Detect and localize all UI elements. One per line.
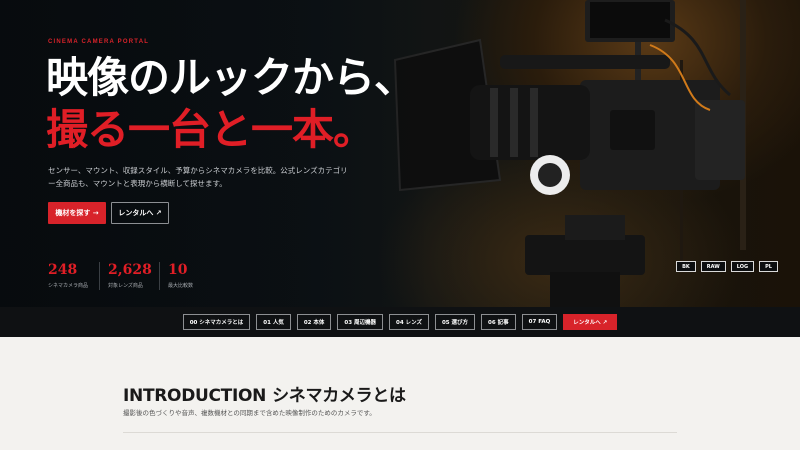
stat-cameras: 248 シネマカメラ商品 xyxy=(48,262,88,289)
stat-lenses: 2,628 対象レンズ商品 xyxy=(108,262,152,289)
stat-value: 2,628 xyxy=(108,262,152,278)
section-nav: 00 シネマカメラとは 01 人気 02 本体 03 周辺機器 04 レンズ 0… xyxy=(0,307,800,337)
nav-item-articles[interactable]: 06 記事 xyxy=(481,314,516,330)
stat-value: 10 xyxy=(168,262,188,278)
hero-lede: センサー、マウント、収録スタイル、予算からシネマカメラを比較。公式レンズカテゴリ… xyxy=(48,166,348,188)
introduction-section: INTRODUCTION シネマカメラとは 撮影後の色づくりや音声、複数機材との同… xyxy=(0,337,800,450)
nav-item-faq[interactable]: 07 FAQ xyxy=(521,314,558,330)
hero-section: CINEMA CAMERA PORTAL 映像のルックから、 撮る一台と一本。 … xyxy=(0,0,800,307)
badge-raw: RAW xyxy=(700,261,726,272)
badge-pl: PL xyxy=(759,261,778,272)
find-gear-button[interactable]: 機材を探す → xyxy=(48,202,106,224)
nav-item-accessories[interactable]: 03 周辺機器 xyxy=(337,314,383,330)
nav-item-intro[interactable]: 00 シネマカメラとは xyxy=(182,314,251,330)
rental-button[interactable]: レンタルへ ↗ xyxy=(111,202,169,224)
stat-divider xyxy=(159,262,160,290)
hero-headline: 映像のルックから、 撮る一台と一本。 xyxy=(46,52,416,156)
nav-item-body[interactable]: 02 本体 xyxy=(296,314,332,330)
stat-label: 対象レンズ商品 xyxy=(108,283,143,289)
nav-item-popular[interactable]: 01 人気 xyxy=(256,314,291,330)
stat-value: 248 xyxy=(48,262,78,278)
nav-item-lenses[interactable]: 04 レンズ xyxy=(389,314,429,330)
section-divider xyxy=(123,432,677,433)
section-description: 撮影後の色づくりや音声、複数機材との同期まで含めた映像制作のためのカメラです。 xyxy=(123,409,376,417)
headline-line-1: 映像のルックから、 xyxy=(46,53,416,102)
badge-log: LOG xyxy=(730,261,755,272)
section-title: INTRODUCTION シネマカメラとは xyxy=(123,381,406,406)
stat-compare: 10 最大比較数 xyxy=(168,262,193,289)
stat-label: シネマカメラ商品 xyxy=(48,283,89,289)
badge-8k: BK xyxy=(676,261,696,272)
stat-divider xyxy=(99,262,100,290)
eyebrow-label: CINEMA CAMERA PORTAL xyxy=(48,39,150,45)
headline-line-2: 撮る一台と一本。 xyxy=(46,105,375,154)
nav-item-guide[interactable]: 05 選び方 xyxy=(434,314,476,330)
section-title-ja: シネマカメラとは xyxy=(272,386,406,406)
section-title-en: INTRODUCTION xyxy=(123,386,267,406)
nav-rental-button[interactable]: レンタルへ ↗ xyxy=(563,314,618,330)
stat-label: 最大比較数 xyxy=(168,283,194,289)
spec-badges: BK RAW LOG PL xyxy=(676,261,778,272)
